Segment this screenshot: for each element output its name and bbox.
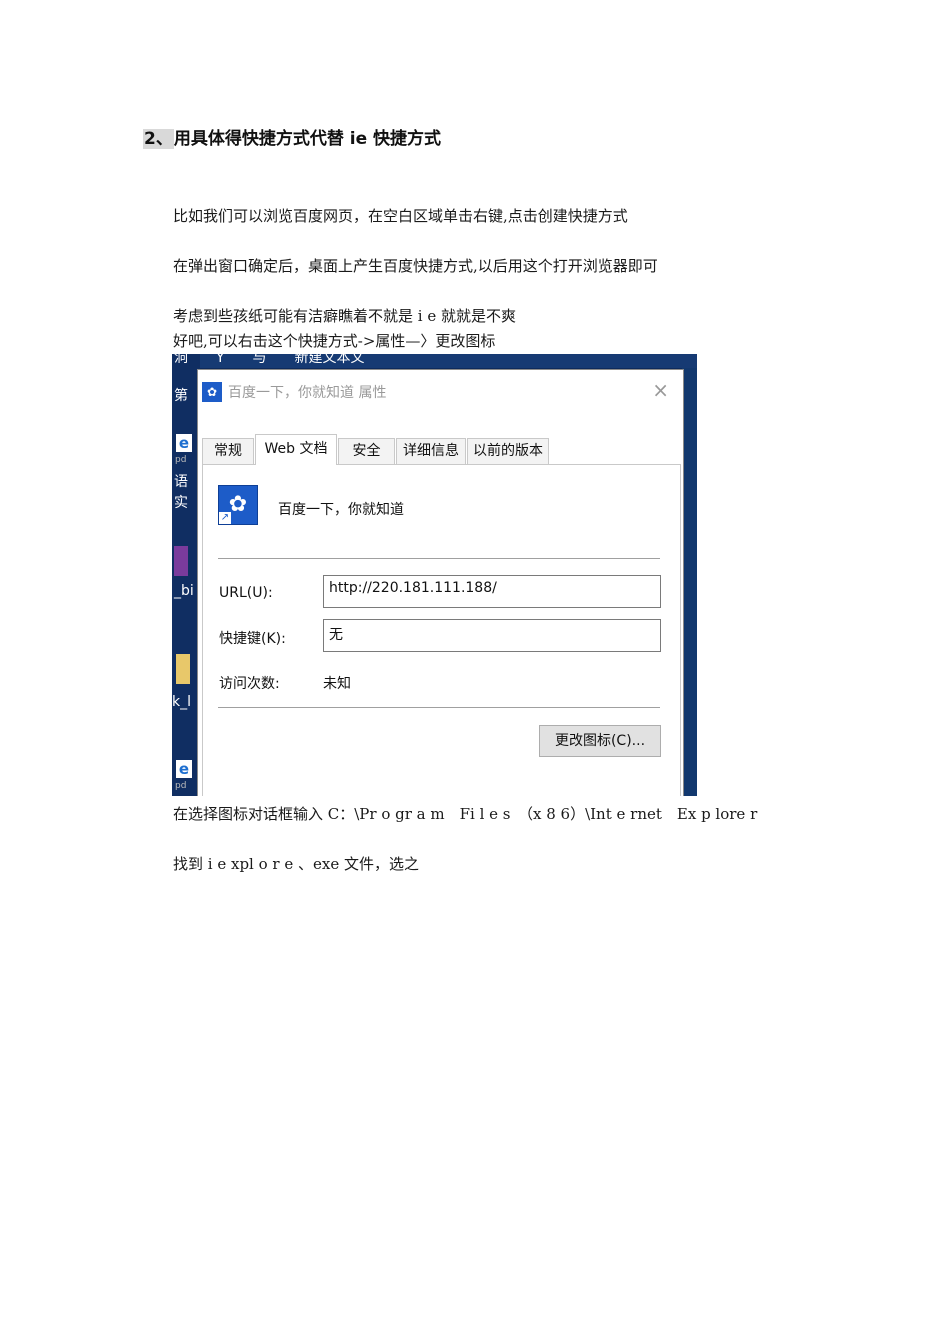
paragraph-5: 在选择图标对话框输入 C：\Pr o gr a m Fi l e s （x 8 …: [173, 805, 758, 823]
paragraph-4: 好吧,可以右击这个快捷方式->属性—〉更改图标: [173, 332, 496, 350]
tab-general[interactable]: 常规: [202, 438, 254, 464]
hotkey-label: 快捷键(K):: [219, 631, 286, 647]
shortcut-arrow-icon: ↗: [219, 512, 231, 524]
divider: [218, 558, 660, 559]
hotkey-input[interactable]: 无: [323, 619, 661, 652]
paragraph-2: 在弹出窗口确定后，桌面上产生百度快捷方式,以后用这个打开浏览器即可: [173, 257, 658, 275]
tab-web-document[interactable]: Web 文档: [255, 434, 337, 465]
tab-previous-versions[interactable]: 以前的版本: [467, 438, 549, 464]
embedded-screenshot: 洞 Y 与 新建文本文 第 e pd 语 实 _bi k_l e pd ✿ 百度…: [172, 354, 697, 796]
heading-number: 2、: [143, 129, 174, 149]
desktop-label: 实: [174, 495, 188, 511]
heading-text: 用具体得快捷方式代替 ie 快捷方式: [173, 129, 442, 149]
close-icon[interactable]: ×: [652, 378, 669, 402]
desktop-label: _bi: [174, 583, 194, 599]
archive-icon[interactable]: [174, 546, 188, 576]
section-heading: 2、用具体得快捷方式代替 ie 快捷方式: [143, 124, 441, 149]
desktop-top-text: 洞 Y 与 新建文本文: [174, 354, 365, 366]
desktop-icon-sublabel: pd: [175, 455, 187, 465]
change-icon-button[interactable]: 更改图标(C)...: [539, 725, 661, 757]
ie-icon[interactable]: e: [176, 434, 192, 452]
paragraph-3: 考虑到些孩纸可能有洁癖瞧着不就是 i e 就就是不爽: [173, 307, 516, 325]
paw-icon: ✿ ↗: [218, 485, 258, 525]
desktop-label: 语: [174, 474, 188, 490]
web-document-panel: ✿ ↗ 百度一下，你就知道 URL(U): http://220.181.111.…: [202, 464, 681, 796]
url-label: URL(U):: [219, 585, 273, 601]
url-input[interactable]: http://220.181.111.188/: [323, 575, 661, 608]
tab-security[interactable]: 安全: [338, 438, 395, 464]
desktop-label: 第: [174, 388, 188, 404]
paragraph-1: 比如我们可以浏览百度网页，在空白区域单击右键,点击创建快捷方式: [173, 207, 628, 225]
desktop-label: k_l: [172, 694, 191, 710]
properties-dialog: ✿ 百度一下，你就知道 属性 × 常规 Web 文档 安全 详细信息 以前的版本…: [197, 369, 684, 796]
paragraph-6: 找到 i e xpl o r e 、exe 文件，选之: [173, 855, 419, 873]
desktop-right-strip: [682, 368, 697, 796]
ie-icon[interactable]: e: [176, 760, 192, 778]
paw-icon: ✿: [202, 382, 222, 402]
visits-value: 未知: [323, 676, 351, 692]
tab-details[interactable]: 详细信息: [396, 438, 466, 464]
divider: [218, 707, 660, 708]
desktop-icon-sublabel: pd: [175, 781, 187, 791]
visits-label: 访问次数:: [219, 676, 280, 692]
document-page: 2、用具体得快捷方式代替 ie 快捷方式 比如我们可以浏览百度网页，在空白区域单…: [0, 0, 950, 1344]
shortcut-name: 百度一下，你就知道: [278, 502, 404, 518]
dialog-title: 百度一下，你就知道 属性: [228, 385, 387, 401]
folder-icon[interactable]: [176, 654, 190, 684]
